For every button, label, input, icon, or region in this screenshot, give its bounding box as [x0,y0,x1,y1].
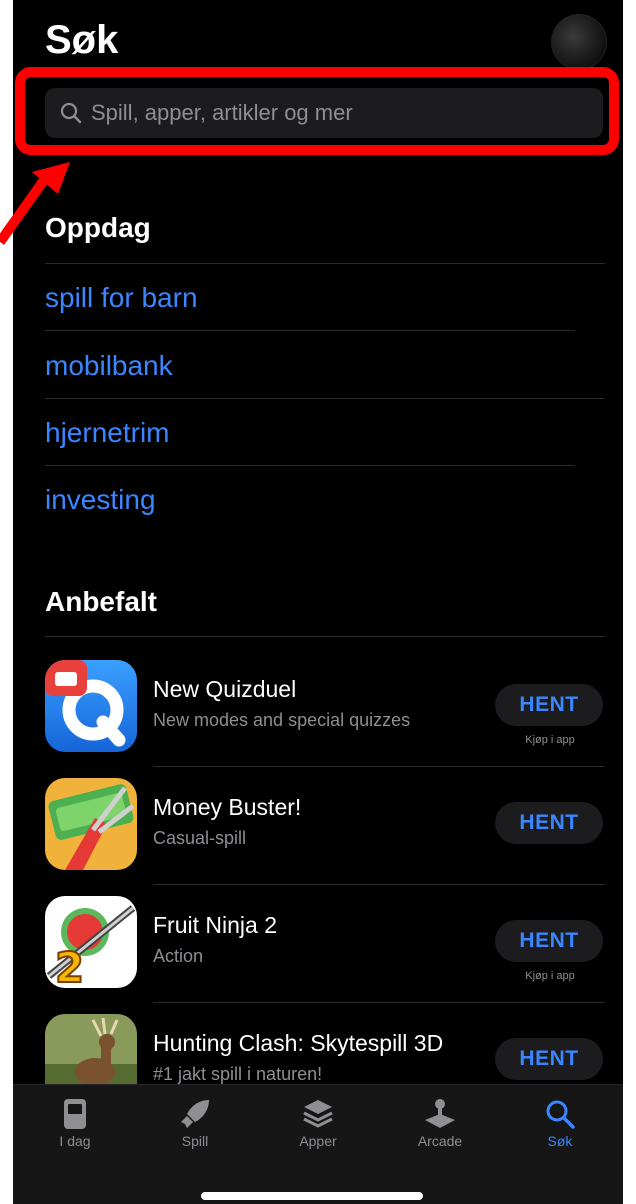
divider [153,884,605,885]
divider [45,636,605,637]
divider [153,1002,605,1003]
divider [45,465,575,466]
tab-apps[interactable]: Apper [268,1095,368,1149]
app-name: Fruit Ninja 2 [153,912,277,938]
svg-text:2: 2 [55,943,84,988]
rocket-icon [145,1095,245,1133]
divider [45,398,605,399]
pointer-arrow [0,162,70,245]
tab-arcade[interactable]: Arcade [390,1095,490,1149]
tab-label: Apper [299,1133,337,1149]
today-icon [25,1095,125,1133]
search-icon [51,102,91,124]
fruit-ninja-app-icon[interactable]: 2 [45,896,137,988]
get-button[interactable]: HENT [495,1038,603,1080]
recommended-heading: Anbefalt [45,586,157,617]
divider [45,263,605,264]
search-input[interactable] [91,100,603,126]
suggestion-link[interactable]: investing [45,484,156,516]
app-subtitle: #1 jakt spill i naturen! [153,1064,323,1084]
get-button[interactable]: HENT [495,684,603,726]
app-row-money-buster[interactable]: Money Buster! Casual-spill HENT [45,778,605,890]
in-app-purchase-note: Kjøp i app [525,734,575,746]
in-app-purchase-note: Kjøp i app [525,970,575,982]
page-title: Søk [45,18,119,62]
app-row-quizduel[interactable]: New Quizduel New modes and special quizz… [45,660,605,772]
app-subtitle: New modes and special quizzes [153,710,411,730]
home-indicator[interactable] [201,1192,423,1200]
app-name: Hunting Clash: Skytespill 3D [153,1030,444,1056]
get-button[interactable]: HENT [495,802,603,844]
tab-today[interactable]: I dag [25,1095,125,1149]
suggestion-link[interactable]: mobilbank [45,350,173,382]
quizduel-app-icon[interactable] [45,660,137,752]
divider [45,330,575,331]
layers-icon [268,1095,368,1133]
app-subtitle: Casual-spill [153,828,247,848]
money-buster-app-icon[interactable] [45,778,137,870]
get-button[interactable]: HENT [495,920,603,962]
suggestion-link[interactable]: hjernetrim [45,417,169,449]
tab-bar: I dag Spill Apper Arcade Søk [13,1084,623,1204]
tab-games[interactable]: Spill [145,1095,245,1149]
app-row-fruit-ninja[interactable]: 2 Fruit Ninja 2 Action HENT Kjøp i app [45,896,605,1008]
search-field[interactable] [45,88,603,138]
search-icon [510,1095,610,1133]
account-avatar[interactable] [551,14,607,70]
app-store-screen: Søk Oppdag spill for barn mobilbank hjer… [13,0,623,1204]
tab-label: Spill [181,1133,209,1149]
tab-label: Arcade [417,1133,463,1149]
tab-search[interactable]: Søk [510,1095,610,1149]
joystick-icon [390,1095,490,1133]
app-name: Money Buster! [153,794,302,820]
tab-label: Søk [547,1133,573,1149]
tab-label: I dag [59,1133,91,1149]
suggestion-link[interactable]: spill for barn [45,282,198,314]
app-name: New Quizduel [153,676,297,702]
divider [153,766,605,767]
app-subtitle: Action [153,946,204,966]
